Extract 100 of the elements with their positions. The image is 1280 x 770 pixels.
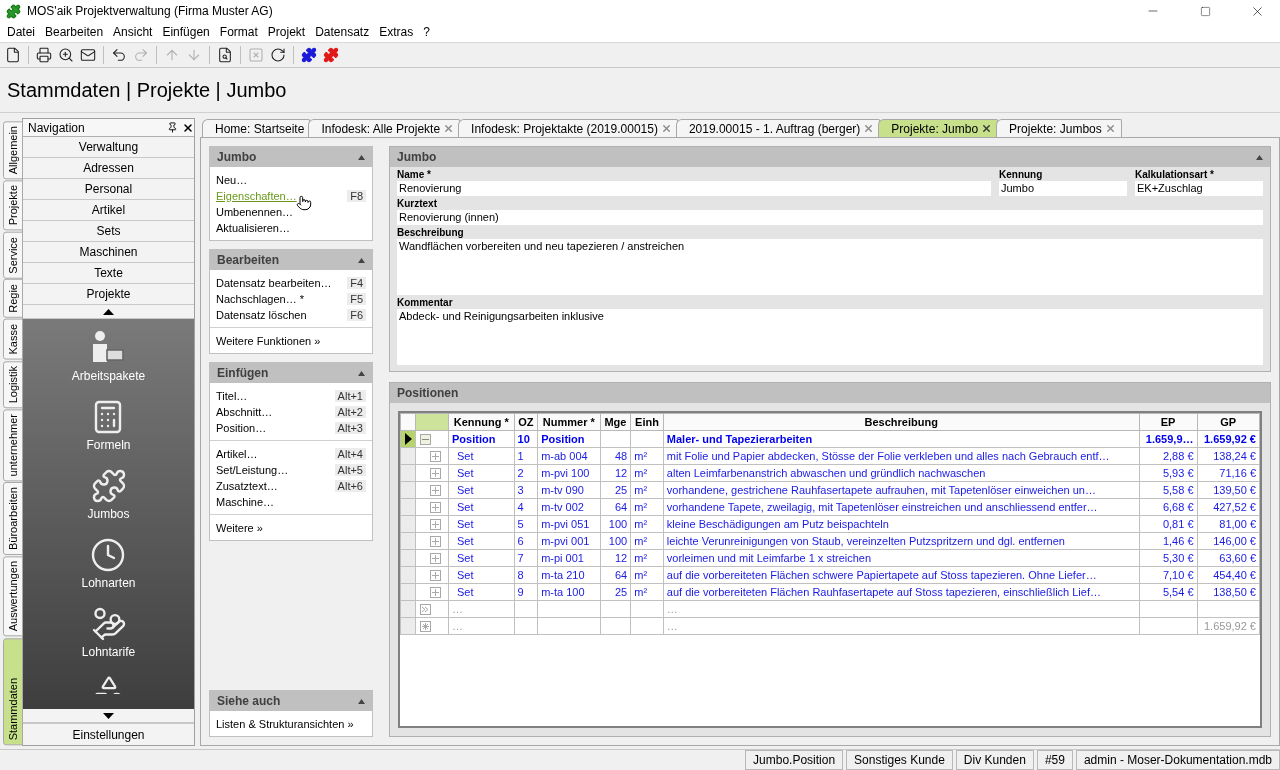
collapse-icon[interactable] — [420, 433, 431, 445]
document-tab[interactable]: Infodesk: Projektakte (2019.00015) — [458, 119, 678, 137]
task-link[interactable]: Eigenschaften… — [216, 189, 297, 202]
collapse-caret-icon[interactable] — [358, 257, 365, 263]
side-tab[interactable]: Stammdaten — [3, 637, 23, 745]
menu-item[interactable]: Format — [214, 25, 263, 39]
side-tab[interactable]: Büroarbeiten — [3, 482, 23, 556]
task-link[interactable]: Umbenennen… — [216, 205, 294, 218]
module-tile[interactable]: Arbeitspakete — [71, 329, 146, 398]
column-header[interactable]: Einh — [630, 413, 664, 431]
module-tile[interactable]: Lohntarife — [81, 605, 136, 674]
expand-icon[interactable] — [430, 450, 441, 462]
document-tab[interactable]: Home: Startseite — [202, 119, 311, 137]
shortcut-key: F8 — [347, 189, 366, 202]
input-field[interactable]: Renovierung (innen) — [397, 210, 1263, 225]
nav-item[interactable]: Einstellungen — [23, 723, 194, 745]
side-tab[interactable]: Allgemein — [3, 121, 23, 180]
column-header[interactable]: Beschreibung — [663, 413, 1140, 431]
side-tab[interactable]: Service — [3, 231, 23, 279]
task-link[interactable]: Neu… — [216, 173, 248, 186]
table-cell: 12 — [614, 552, 628, 564]
side-tab[interactable]: Logistik — [3, 360, 23, 408]
close-icon[interactable] — [981, 123, 993, 134]
side-tab[interactable]: Kasse — [3, 319, 23, 360]
task-link[interactable]: Listen & Strukturansichten » — [216, 717, 354, 730]
document-tab[interactable]: 2019.00015 - 1. Auftrag (berger) — [675, 119, 881, 137]
side-tab[interactable]: unternehmer — [3, 409, 23, 482]
task-link[interactable]: Aktualisieren… — [216, 221, 290, 234]
document-tab[interactable]: Infodesk: Alle Projekte — [308, 119, 461, 137]
task-link[interactable]: Maschine… — [216, 495, 275, 508]
input-field[interactable]: Jumbo — [999, 181, 1127, 196]
print-icon[interactable] — [34, 45, 54, 65]
refresh-icon[interactable] — [268, 45, 288, 65]
task-link[interactable]: Datensatz bearbeiten… — [216, 276, 332, 289]
append-icon[interactable] — [420, 603, 431, 615]
side-tab[interactable]: Auswertungen — [3, 556, 23, 637]
task-link[interactable]: Nachschlagen… * — [216, 292, 305, 305]
table-cell: m-tv 002 — [541, 501, 584, 513]
column-header[interactable]: Kennung * — [448, 413, 515, 431]
expand-icon[interactable] — [430, 501, 441, 513]
task-link[interactable]: Datensatz löschen — [216, 308, 307, 321]
task-link[interactable]: Set/Leistung… — [216, 463, 289, 476]
column-header[interactable]: Mge — [600, 413, 631, 431]
column-header[interactable]: OZ — [514, 413, 538, 431]
menu-item[interactable]: Datei — [2, 25, 40, 39]
section-header[interactable]: Jumbo — [390, 147, 1270, 167]
puzzle-icon[interactable] — [299, 45, 319, 65]
section-header[interactable]: Bearbeiten — [210, 250, 372, 270]
side-tab[interactable]: Regie — [3, 279, 23, 319]
text-area[interactable]: Wandflächen vorbereiten und neu tapezieren / anstreichen — [397, 239, 1263, 295]
column-header[interactable]: EP — [1139, 413, 1197, 431]
close-icon[interactable] — [182, 121, 194, 134]
menu-item[interactable]: Extras — [374, 25, 419, 39]
input-field[interactable]: Renovierung — [397, 181, 991, 196]
field-label: Kalkulationsart * — [1135, 169, 1215, 181]
task-link[interactable]: Abschnitt… — [216, 405, 273, 418]
table-cell: 2,88 € — [1162, 450, 1194, 462]
menu-item[interactable]: Projekt — [262, 25, 311, 39]
pin-icon[interactable] — [167, 122, 178, 133]
collapse-caret-icon[interactable] — [358, 370, 365, 376]
module-label: Arbeitspakete — [71, 369, 146, 383]
collapse-caret-icon[interactable] — [358, 698, 365, 704]
expand-icon[interactable] — [430, 586, 441, 598]
expand-icon[interactable] — [430, 552, 441, 564]
new-row-icon[interactable] — [420, 620, 431, 632]
table-cell: 12 — [614, 467, 628, 479]
menu-item[interactable]: Einfügen — [157, 25, 215, 39]
menu-item[interactable]: ? — [418, 25, 435, 39]
section-header[interactable]: Einfügen — [210, 363, 372, 383]
menu-item[interactable]: Datensatz — [310, 25, 375, 39]
task-link[interactable]: Weitere Funktionen » — [216, 334, 321, 347]
menu-item[interactable]: Bearbeiten — [40, 25, 109, 39]
section-title: Positionen — [397, 386, 459, 400]
collapse-caret-icon[interactable] — [1256, 154, 1263, 160]
expand-icon[interactable] — [430, 535, 441, 547]
task-link[interactable]: Position… — [216, 421, 267, 434]
module-tile[interactable]: Jumbos — [87, 467, 130, 536]
section-header[interactable]: Siehe auch — [210, 691, 372, 711]
table-cell: … — [666, 603, 678, 615]
input-field[interactable]: EK+Zuschlag — [1135, 181, 1263, 196]
task-link[interactable]: Titel… — [216, 389, 248, 402]
module-tile[interactable]: Lohnarten — [81, 536, 136, 605]
expand-icon[interactable] — [430, 569, 441, 581]
expand-icon[interactable] — [430, 467, 441, 479]
expand-icon[interactable] — [430, 484, 441, 496]
text-area[interactable]: Abdeck- und Reinigungsarbeiten inklusive — [397, 309, 1263, 365]
task-link[interactable]: Artikel… — [216, 447, 258, 460]
puzzle-icon[interactable] — [321, 45, 341, 65]
task-link[interactable]: Zusatztext… — [216, 479, 278, 492]
column-header[interactable]: Nummer * — [537, 413, 601, 431]
menu-item[interactable]: Ansicht — [108, 25, 158, 39]
task-link[interactable]: Weitere » — [216, 521, 263, 534]
side-tab[interactable]: Projekte — [3, 180, 23, 231]
section-header[interactable]: Jumbo — [210, 147, 372, 167]
document-tab[interactable]: Projekte: Jumbos — [996, 119, 1122, 137]
module-tile[interactable]: Formeln — [86, 398, 131, 467]
collapse-caret-icon[interactable] — [358, 154, 365, 160]
expand-icon[interactable] — [430, 518, 441, 530]
column-header[interactable]: GP — [1197, 413, 1260, 431]
document-tab[interactable]: Projekte: Jumbo — [878, 119, 999, 137]
